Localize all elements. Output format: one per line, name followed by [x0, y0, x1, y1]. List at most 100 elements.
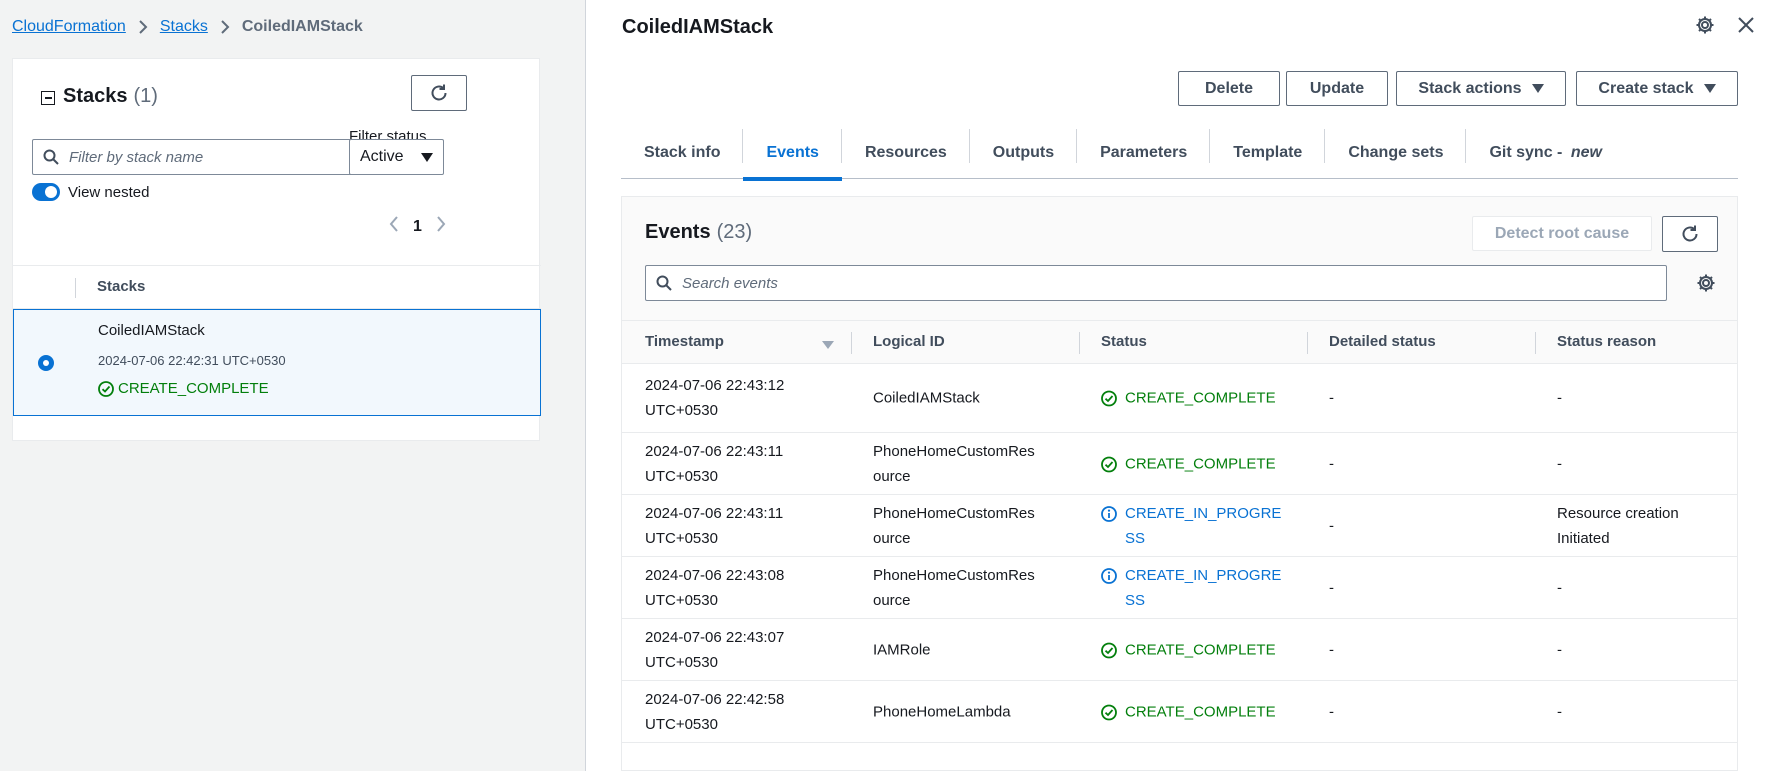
stack-detail-pane: CoiledIAMStack Delete Update Stack actio…	[586, 0, 1772, 771]
breadcrumb-cloudformation-link[interactable]: CloudFormation	[12, 18, 126, 36]
close-icon[interactable]	[1737, 16, 1755, 34]
refresh-stacks-button[interactable]	[411, 75, 467, 111]
events-panel: Events(23) Detect root cause Timestamp L…	[621, 196, 1738, 771]
previous-page-icon[interactable]	[389, 216, 399, 237]
tab-label: Outputs	[992, 144, 1055, 161]
tab-outputs[interactable]: Outputs	[970, 127, 1078, 179]
event-status-text: CREATE_COMPLETE	[1125, 703, 1276, 720]
stack-actions-label: Stack actions	[1418, 79, 1522, 97]
stack-radio-selected[interactable]	[38, 355, 54, 371]
status-success-icon	[1101, 704, 1117, 720]
column-header-timestamp[interactable]: Timestamp	[645, 333, 724, 350]
event-status: CREATE_COMPLETE	[1101, 637, 1286, 662]
event-timestamp: 2024-07-06 22:43:12 UTC+0530	[645, 377, 785, 419]
stacks-title: Stacks	[63, 85, 128, 107]
tab-parameters[interactable]: Parameters	[1077, 127, 1211, 179]
event-detailed-status: -	[1329, 389, 1334, 407]
detail-tabs: Stack info Events Resources Outputs Para…	[621, 127, 1738, 181]
tab-template[interactable]: Template	[1210, 127, 1326, 179]
refresh-events-button[interactable]	[1662, 216, 1718, 252]
stacks-navigation-pane: CloudFormation Stacks CoiledIAMStack Sta…	[0, 0, 585, 771]
detect-root-cause-button[interactable]: Detect root cause	[1472, 216, 1652, 251]
stack-actions-button[interactable]: Stack actions	[1396, 71, 1566, 106]
stack-row[interactable]: CoiledIAMStack 2024-07-06 22:42:31 UTC+0…	[13, 309, 541, 416]
tab-label: Change sets	[1348, 144, 1444, 161]
update-button[interactable]: Update	[1286, 71, 1388, 106]
table-row: 2024-07-06 22:43:12 UTC+0530 CoiledIAMStac…	[622, 364, 1737, 433]
breadcrumb: CloudFormation Stacks CoiledIAMStack	[12, 16, 363, 38]
event-status-text: CREATE_COMPLETE	[1125, 641, 1276, 658]
event-status[interactable]: CREATE_IN_PROGRESS	[1101, 563, 1286, 613]
filter-status-value: Active	[360, 148, 404, 165]
events-header: Events (23)	[645, 221, 752, 244]
table-row: 2024-07-06 22:43:07 UTC+0530 IAMRole CREATE…	[622, 619, 1737, 681]
events-table-header: Timestamp Logical ID Status Detailed sta…	[622, 320, 1737, 364]
event-status-text: CREATE_IN_PROGRESS	[1125, 504, 1282, 547]
tab-label: Git sync -	[1489, 144, 1567, 161]
column-header-logical-id[interactable]: Logical ID	[873, 333, 945, 350]
tab-change-sets[interactable]: Change sets	[1325, 127, 1467, 179]
stack-status-text: CREATE_COMPLETE	[118, 380, 269, 397]
stacks-column-header: Stacks	[97, 278, 146, 295]
event-logical-id: CoiledIAMStack	[873, 389, 980, 407]
status-success-icon	[98, 380, 114, 397]
stacks-table-header: Stacks	[13, 265, 541, 309]
view-nested-row: View nested	[32, 183, 149, 201]
stacks-panel: Stacks (1) Filter status Active View nes…	[12, 58, 541, 441]
event-status-text: CREATE_IN_PROGRESS	[1125, 566, 1282, 609]
events-count: (23)	[716, 221, 753, 243]
event-detailed-status: -	[1329, 641, 1334, 658]
event-status[interactable]: CREATE_IN_PROGRESS	[1101, 501, 1286, 551]
collapse-icon[interactable]	[41, 91, 55, 105]
column-header-status[interactable]: Status	[1101, 333, 1147, 350]
events-search-input[interactable]	[682, 274, 1582, 292]
view-nested-toggle[interactable]	[32, 183, 60, 201]
table-row: 2024-07-06 22:43:11 UTC+0530 PhoneHomeCust…	[622, 495, 1737, 557]
tab-stack-info[interactable]: Stack info	[621, 127, 744, 179]
table-row: 2024-07-06 22:43:08 UTC+0530 PhoneHomeCust…	[622, 557, 1737, 619]
tab-git-sync[interactable]: Git sync - new	[1466, 127, 1624, 179]
event-detailed-status: -	[1329, 455, 1334, 472]
tab-label: Parameters	[1100, 144, 1188, 161]
event-detailed-status: -	[1329, 517, 1334, 534]
stack-filter-field[interactable]	[32, 139, 372, 175]
event-detailed-status: -	[1329, 703, 1334, 720]
gear-icon[interactable]	[1696, 273, 1716, 293]
breadcrumb-stacks-link[interactable]: Stacks	[160, 18, 208, 36]
status-success-icon	[1101, 456, 1117, 472]
tab-events[interactable]: Events	[743, 127, 843, 181]
events-search-field[interactable]	[645, 265, 1667, 301]
event-status: CREATE_COMPLETE	[1101, 451, 1286, 476]
event-timestamp: 2024-07-06 22:43:11 UTC+0530	[645, 442, 784, 485]
table-row: 2024-07-06 22:43:11 UTC+0530 PhoneHomeCust…	[622, 433, 1737, 495]
status-info-icon	[1101, 567, 1117, 584]
stack-filter-input[interactable]	[69, 148, 349, 166]
column-divider	[75, 278, 76, 298]
caret-down-icon	[1703, 84, 1716, 93]
status-info-icon	[1101, 505, 1117, 522]
event-logical-id: PhoneHomeCustomResource	[873, 566, 1035, 609]
delete-button[interactable]: Delete	[1178, 71, 1280, 106]
status-success-icon	[1101, 642, 1117, 658]
next-page-icon[interactable]	[436, 216, 446, 237]
current-page[interactable]: 1	[413, 218, 422, 236]
event-status-reason: -	[1557, 703, 1562, 720]
event-status-reason: -	[1557, 455, 1562, 472]
caret-down-icon	[421, 152, 433, 162]
stack-timestamp: 2024-07-06 22:42:31 UTC+0530	[98, 353, 286, 368]
column-header-status-reason[interactable]: Status reason	[1557, 333, 1656, 350]
gear-icon[interactable]	[1695, 15, 1715, 35]
create-stack-button[interactable]: Create stack	[1576, 71, 1738, 106]
stack-name[interactable]: CoiledIAMStack	[98, 322, 205, 339]
chevron-right-icon	[138, 20, 148, 34]
event-timestamp: 2024-07-06 22:43:08 UTC+0530	[645, 566, 785, 609]
event-status-reason: -	[1557, 389, 1562, 407]
sort-descending-icon[interactable]	[822, 341, 834, 349]
column-header-detailed-status[interactable]: Detailed status	[1329, 333, 1436, 350]
tab-label: Template	[1233, 144, 1303, 161]
status-success-icon	[1101, 390, 1117, 407]
pagination: 1	[389, 216, 446, 237]
filter-status-select[interactable]: Active	[349, 139, 444, 175]
view-nested-label: View nested	[68, 183, 150, 201]
tab-resources[interactable]: Resources	[842, 127, 970, 179]
